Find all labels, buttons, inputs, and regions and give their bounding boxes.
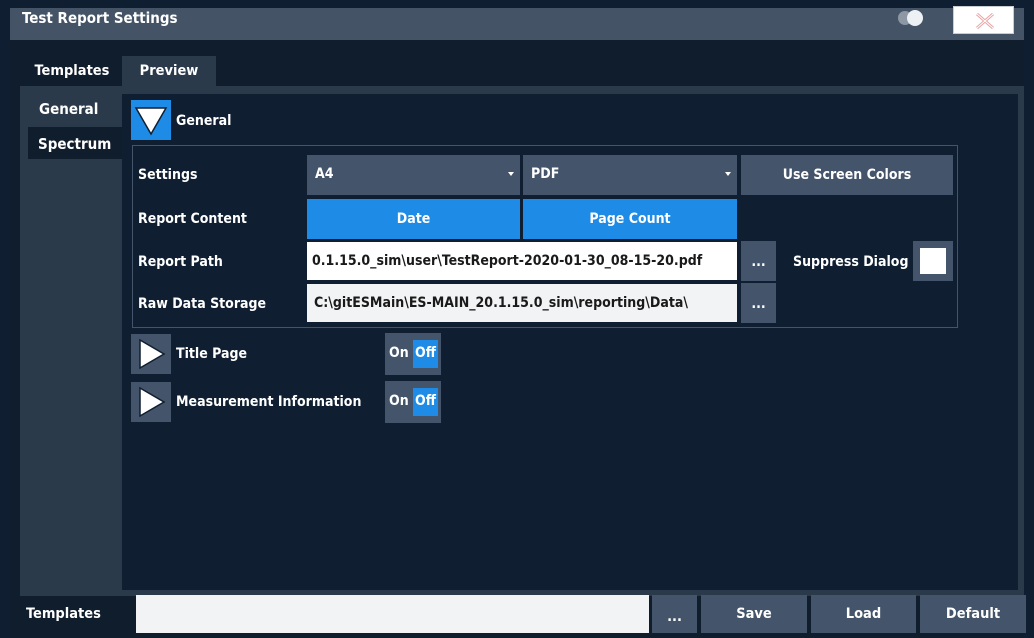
side-tab-spectrum[interactable]: Spectrum [28, 127, 122, 159]
load-button[interactable]: Load [811, 595, 916, 633]
triangle-right-icon [139, 338, 166, 370]
measurement-info-label: Measurement Information [176, 394, 362, 410]
side-tab-general[interactable]: General [28, 94, 122, 124]
tab-templates[interactable]: Templates [24, 56, 120, 86]
page-size-value: A4 [315, 166, 334, 182]
report-path-browse-button[interactable]: ... [741, 241, 776, 281]
suppress-dialog-checkbox[interactable] [920, 248, 946, 274]
toggle-off-label: Off [413, 388, 438, 416]
dropdown-caret-icon [508, 172, 514, 176]
toggle-off-label: Off [413, 340, 438, 368]
report-path-label: Report Path [138, 254, 223, 270]
toggle-icon[interactable] [898, 9, 928, 27]
save-button[interactable]: Save [701, 595, 807, 633]
format-value: PDF [531, 166, 560, 182]
page-size-dropdown[interactable]: A4 [307, 155, 520, 195]
general-section-label: General [176, 113, 232, 129]
close-button[interactable] [953, 6, 1014, 34]
window-title: Test Report Settings [22, 9, 178, 27]
title-page-onoff-toggle[interactable]: On Off [385, 333, 441, 375]
dropdown-caret-icon [725, 172, 731, 176]
toggle-on-label: On [389, 345, 409, 361]
format-dropdown[interactable]: PDF [523, 155, 737, 195]
title-page-expand-button[interactable] [131, 334, 171, 374]
measurement-info-expand-button[interactable] [131, 382, 171, 422]
raw-data-browse-button[interactable]: ... [741, 283, 776, 323]
raw-data-storage-field[interactable]: C:\gitESMain\ES-MAIN_20.1.15.0_sim\repor… [307, 284, 737, 322]
toggle-on-label: On [389, 393, 409, 409]
side-tab-area [20, 86, 122, 596]
triangle-down-icon [134, 107, 168, 136]
suppress-dialog-label: Suppress Dialog [793, 254, 909, 270]
raw-data-storage-label: Raw Data Storage [138, 296, 267, 312]
title-page-label: Title Page [176, 346, 248, 362]
close-icon [976, 13, 994, 29]
date-toggle-button[interactable]: Date [307, 199, 520, 239]
tab-preview[interactable]: Preview [122, 56, 216, 86]
page-count-toggle-button[interactable]: Page Count [523, 199, 737, 239]
report-content-label: Report Content [138, 211, 247, 227]
templates-label: Templates [26, 606, 101, 622]
default-button[interactable]: Default [920, 595, 1026, 633]
templates-browse-button[interactable]: ... [652, 595, 697, 633]
triangle-right-icon [139, 386, 166, 418]
report-path-field[interactable]: 0.1.15.0_sim\user\TestReport-2020-01-30_… [307, 242, 737, 280]
measurement-info-onoff-toggle[interactable]: On Off [385, 381, 441, 423]
templates-name-input[interactable] [136, 595, 649, 633]
use-screen-colors-button[interactable]: Use Screen Colors [741, 155, 953, 195]
general-collapse-button[interactable] [131, 100, 171, 140]
settings-label: Settings [138, 167, 198, 183]
